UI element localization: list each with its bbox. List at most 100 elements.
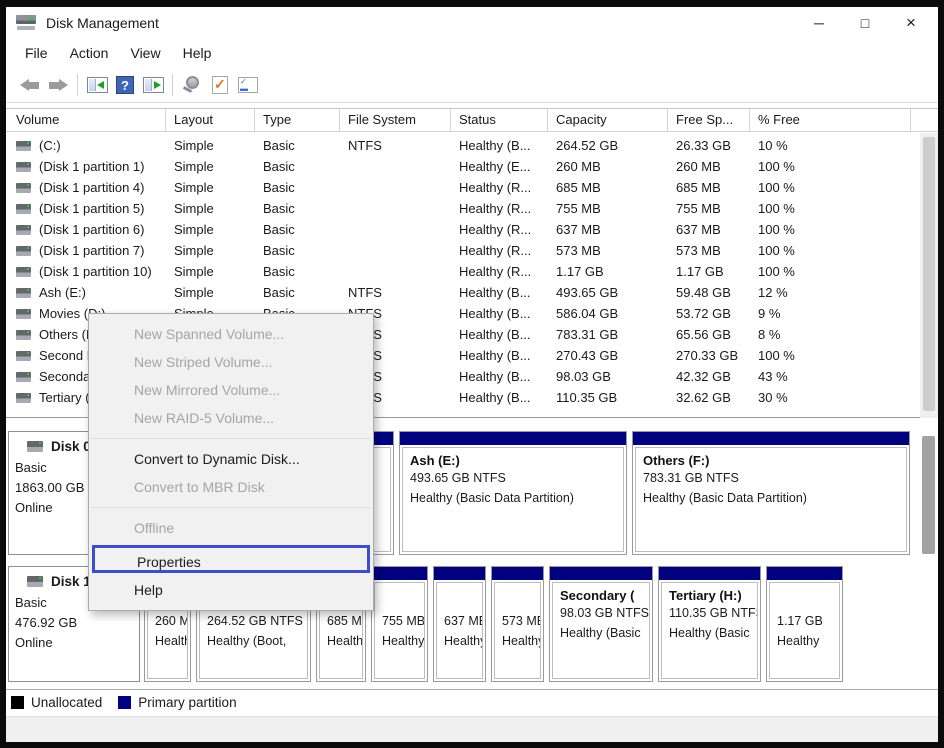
help-button[interactable]: ?	[111, 72, 139, 98]
volume-type: Basic	[255, 159, 340, 174]
partition-title: Tertiary (H:)	[669, 588, 750, 603]
column-header-free-space[interactable]: Free Sp...	[668, 109, 750, 131]
column-header-file-system[interactable]: File System	[340, 109, 451, 131]
volume-pct-free: 9 %	[750, 306, 911, 321]
volume-row[interactable]: (Disk 1 partition 4) Simple Basic Health…	[6, 177, 938, 198]
volume-pct-free: 12 %	[750, 285, 911, 300]
partition-block[interactable]: 573 MB Healthy	[491, 566, 544, 682]
volume-capacity: 264.52 GB	[548, 138, 668, 153]
volume-file-system: NTFS	[340, 285, 451, 300]
volume-status: Healthy (B...	[451, 390, 548, 405]
menu-item-convert-to-dynamic-disk[interactable]: Convert to Dynamic Disk...	[89, 445, 373, 473]
volume-row[interactable]: (Disk 1 partition 5) Simple Basic Health…	[6, 198, 938, 219]
volume-row[interactable]: (Disk 1 partition 7) Simple Basic Health…	[6, 240, 938, 261]
unallocated-label: Unallocated	[31, 695, 102, 710]
volume-status: Healthy (B...	[451, 306, 548, 321]
menubar-item[interactable]: Action	[59, 42, 120, 64]
menu-item-offline: Offline	[89, 514, 373, 542]
volume-name: (Disk 1 partition 4)	[39, 180, 144, 195]
volume-status: Healthy (R...	[451, 180, 548, 195]
volume-type: Basic	[255, 243, 340, 258]
volume-status: Healthy (B...	[451, 348, 548, 363]
volume-row[interactable]: (Disk 1 partition 10) Simple Basic Healt…	[6, 261, 938, 282]
volume-pct-free: 43 %	[750, 369, 911, 384]
volume-name: (Disk 1 partition 1)	[39, 159, 144, 174]
rescan-disks-button[interactable]	[178, 72, 206, 98]
menu-item-properties[interactable]: Properties	[92, 545, 370, 573]
partition-block[interactable]: Secondary ( 98.03 GB NTFS Healthy (Basic	[549, 566, 653, 682]
partition-size-line: 685 MB	[327, 611, 355, 631]
volume-free-space: 26.33 GB	[668, 138, 750, 153]
minimize-button[interactable]: ─	[796, 7, 842, 38]
graphical-pane-scrollbar-thumb[interactable]	[922, 436, 935, 554]
partition-block[interactable]: 637 MB Healthy	[433, 566, 486, 682]
primary-partition-bar	[550, 567, 652, 580]
volume-pct-free: 100 %	[750, 222, 911, 237]
volume-layout: Simple	[166, 159, 255, 174]
volume-free-space: 260 MB	[668, 159, 750, 174]
forward-button[interactable]	[44, 72, 72, 98]
volume-row[interactable]: Ash (E:) Simple Basic NTFS Healthy (B...…	[6, 282, 938, 303]
close-button[interactable]: ×	[888, 7, 934, 38]
volume-capacity: 493.65 GB	[548, 285, 668, 300]
partition-size-line: 783.31 GB NTFS	[643, 468, 899, 488]
column-header-type[interactable]: Type	[255, 109, 340, 131]
partition-block[interactable]: Others (F:) 783.31 GB NTFS Healthy (Basi…	[632, 431, 910, 555]
volume-free-space: 42.32 GB	[668, 369, 750, 384]
partition-block[interactable]: 1.17 GB Healthy	[766, 566, 843, 682]
menubar-item[interactable]: Help	[172, 42, 223, 64]
show-console-tree-button[interactable]	[83, 72, 111, 98]
show-action-pane-icon	[143, 77, 164, 93]
check-document-button[interactable]	[206, 72, 234, 98]
primary-partition-bar	[372, 567, 427, 580]
column-header-status[interactable]: Status	[451, 109, 548, 131]
rescan-disks-icon	[181, 76, 203, 93]
column-header-capacity[interactable]: Capacity	[548, 109, 668, 131]
volume-icon	[16, 393, 31, 403]
volume-row[interactable]: (C:) Simple Basic NTFS Healthy (B... 264…	[6, 135, 938, 156]
show-action-pane-button[interactable]	[139, 72, 167, 98]
disk-size: 476.92 GB	[15, 613, 133, 633]
column-header-layout[interactable]: Layout	[166, 109, 255, 131]
volume-row[interactable]: (Disk 1 partition 1) Simple Basic Health…	[6, 156, 938, 177]
list-scrollbar-thumb[interactable]	[923, 137, 935, 411]
partition-status-line: Healthy (Basic	[560, 623, 642, 643]
partition-status-line: Healthy	[777, 631, 832, 651]
back-button[interactable]	[16, 72, 44, 98]
list-scrollbar[interactable]	[920, 133, 938, 418]
volume-icon	[16, 246, 31, 256]
partition-block[interactable]: Tertiary (H:) 110.35 GB NTFS Healthy (Ba…	[658, 566, 761, 682]
menu-item-help[interactable]: Help	[89, 576, 373, 604]
volume-icon	[16, 162, 31, 172]
column-header-volume[interactable]: Volume	[6, 109, 166, 131]
volume-free-space: 270.33 GB	[668, 348, 750, 363]
unallocated-swatch	[11, 696, 24, 709]
column-header-pct-free[interactable]: % Free	[750, 109, 911, 131]
volume-name: (Disk 1 partition 10)	[39, 264, 152, 279]
menu-item-new-raid5-volume: New RAID-5 Volume...	[89, 404, 373, 432]
context-menu: New Spanned Volume... New Striped Volume…	[88, 313, 374, 611]
volume-icon	[16, 183, 31, 193]
back-icon	[20, 78, 40, 92]
volume-layout: Simple	[166, 180, 255, 195]
partition-size-line: 98.03 GB NTFS	[560, 603, 642, 623]
menu-item-new-spanned-volume: New Spanned Volume...	[89, 320, 373, 348]
volume-capacity: 637 MB	[548, 222, 668, 237]
volume-type: Basic	[255, 138, 340, 153]
volume-icon	[16, 204, 31, 214]
menubar-item[interactable]: File	[14, 42, 59, 64]
volume-row[interactable]: (Disk 1 partition 6) Simple Basic Health…	[6, 219, 938, 240]
primary-partition-swatch	[118, 696, 131, 709]
forward-icon	[48, 78, 68, 92]
partition-block[interactable]: Ash (E:) 493.65 GB NTFS Healthy (Basic D…	[399, 431, 627, 555]
view-options-button[interactable]	[234, 72, 262, 98]
primary-partition-bar	[434, 567, 485, 580]
partition-size-line: 755 MB	[382, 611, 417, 631]
partition-block[interactable]: 755 MB Healthy	[371, 566, 428, 682]
volume-capacity: 586.04 GB	[548, 306, 668, 321]
partition-title: Secondary (	[560, 588, 642, 603]
maximize-button[interactable]: □	[842, 7, 888, 38]
primary-partition-bar	[492, 567, 543, 580]
volume-file-system: NTFS	[340, 138, 451, 153]
menubar-item[interactable]: View	[119, 42, 171, 64]
